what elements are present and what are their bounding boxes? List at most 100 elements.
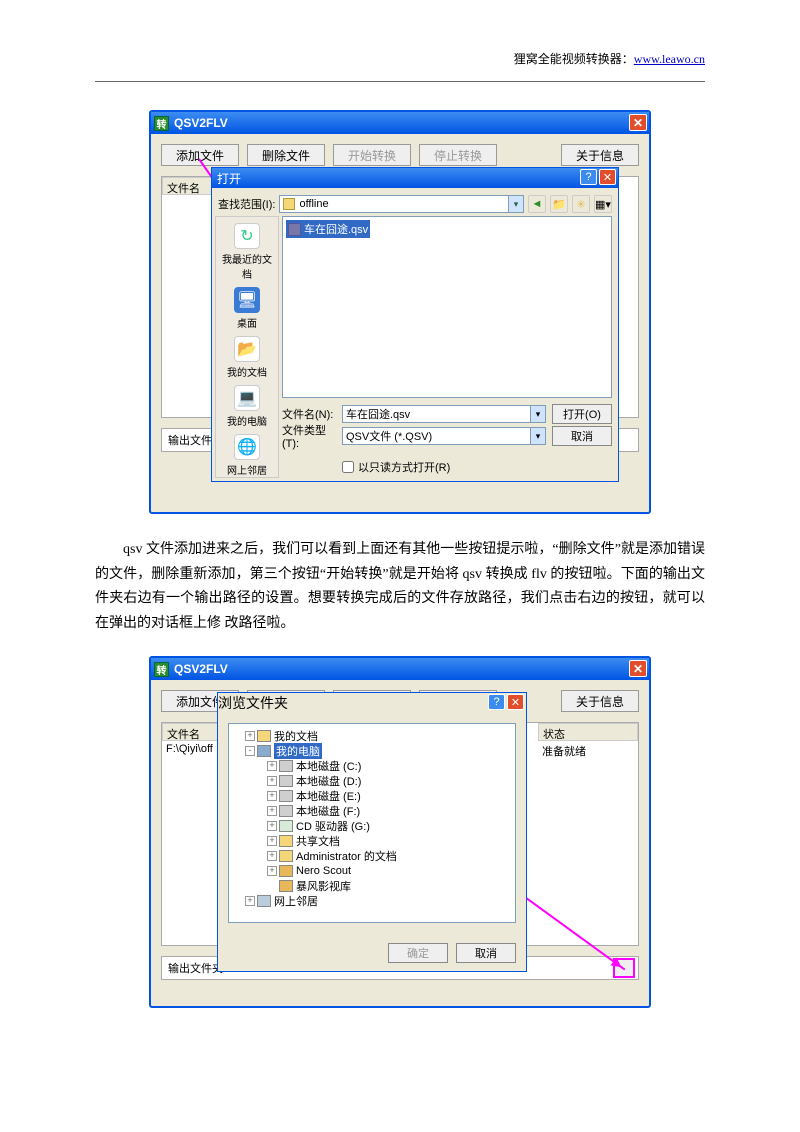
look-in-label: 查找范围(I): (218, 196, 275, 212)
help-icon[interactable]: ? (488, 694, 505, 710)
output-label: 输出文件夹 (168, 960, 223, 976)
column-header-filename[interactable]: 文件名 (162, 723, 222, 741)
filename-input[interactable]: 车在囧途.qsv▾ (342, 405, 546, 423)
filename-row: 文件名(N): 车在囧途.qsv▾ 打开(O) (282, 404, 612, 424)
tree-node-admin[interactable]: +Administrator 的文档 (231, 848, 513, 863)
expand-icon[interactable]: + (267, 806, 277, 816)
output-label: 输出文件 (168, 432, 212, 448)
close-icon[interactable]: ✕ (629, 114, 647, 131)
readonly-checkbox[interactable] (342, 461, 354, 473)
open-dialog-titlebar: 打开 ? ✕ (212, 168, 618, 188)
up-folder-icon[interactable]: 📁 (550, 195, 568, 213)
place-mydocs[interactable]: 📂我的文档 (218, 334, 276, 381)
folder-icon (279, 850, 293, 862)
expand-icon[interactable]: + (267, 761, 277, 771)
browse-folder-dialog: 浏览文件夹 ? ✕ +我的文档 -我的电脑 +本地磁盘 (C:) +本地磁盘 (… (217, 692, 527, 972)
tree-node-drive-f[interactable]: +本地磁盘 (F:) (231, 803, 513, 818)
desktop-icon: 🖥 (234, 287, 260, 313)
tree-node-nero[interactable]: +Nero Scout (231, 863, 513, 878)
tree-node-cd[interactable]: +CD 驱动器 (G:) (231, 818, 513, 833)
filetype-combo[interactable]: QSV文件 (*.QSV)▾ (342, 427, 546, 445)
app-icon: 转 (154, 662, 169, 677)
folder-icon (283, 198, 295, 210)
look-in-combo[interactable]: offline ▾ (279, 195, 524, 213)
cd-drive-icon (279, 820, 293, 832)
figure-1: 转 QSV2FLV ✕ 添加文件 删除文件 开始转换 停止转换 关于信息 文件名… (95, 110, 705, 514)
tree-node-drive-e[interactable]: +本地磁盘 (E:) (231, 788, 513, 803)
header-prefix: 狸窝全能视频转换器： (514, 52, 634, 66)
app-icon: 转 (154, 116, 169, 131)
network-icon (257, 895, 271, 907)
place-recent[interactable]: ↻我最近的文档 (218, 221, 276, 283)
help-icon[interactable]: ? (580, 169, 597, 185)
page-header: 狸窝全能视频转换器：www.leawo.cn (95, 50, 705, 82)
stop-convert-button[interactable]: 停止转换 (419, 144, 497, 166)
toolbar-1: 添加文件 删除文件 开始转换 停止转换 关于信息 (161, 144, 639, 166)
header-link[interactable]: www.leawo.cn (634, 52, 705, 66)
drive-icon (279, 760, 293, 772)
expand-icon[interactable]: + (267, 836, 277, 846)
cell-filename: F:\Qiyi\off (162, 741, 222, 759)
expand-icon[interactable]: + (267, 776, 277, 786)
cancel-button[interactable]: 取消 (456, 943, 516, 963)
about-button[interactable]: 关于信息 (561, 690, 639, 712)
app-window-2: 转 QSV2FLV ✕ 添加文件 删除文件 开始转换 停止转换 关于信息 文件名… (149, 656, 651, 1008)
expand-icon[interactable]: + (245, 731, 255, 741)
tree-node-drive-c[interactable]: +本地磁盘 (C:) (231, 758, 513, 773)
ok-button[interactable]: 确定 (388, 943, 448, 963)
collapse-icon[interactable]: - (245, 746, 255, 756)
folder-icon (279, 835, 293, 847)
cancel-button[interactable]: 取消 (552, 426, 612, 446)
expand-icon[interactable]: + (267, 791, 277, 801)
start-convert-button[interactable]: 开始转换 (333, 144, 411, 166)
titlebar-text: QSV2FLV (174, 662, 228, 676)
paragraph-1: qsv 文件添加进来之后，我们可以看到上面还有其他一些按钮提示啦，“删除文件”就… (95, 538, 705, 636)
network-icon: 🌐 (234, 434, 260, 460)
new-folder-icon[interactable]: ✳ (572, 195, 590, 213)
titlebar-1: 转 QSV2FLV ✕ (151, 112, 649, 134)
close-icon[interactable]: ✕ (629, 660, 647, 677)
browse-dialog-titlebar: 浏览文件夹 ? ✕ (218, 693, 526, 713)
open-button[interactable]: 打开(O) (552, 404, 612, 424)
readonly-checkbox-row[interactable]: 以只读方式打开(R) (342, 459, 450, 475)
browse-button-row: 确定 取消 (388, 943, 516, 963)
chevron-down-icon[interactable]: ▾ (530, 406, 545, 422)
file-area[interactable]: 车在囧途.qsv (282, 216, 612, 398)
place-desktop[interactable]: 🖥桌面 (218, 285, 276, 332)
tree-node-mydocs[interactable]: +我的文档 (231, 728, 513, 743)
column-header-state[interactable]: 状态 (538, 723, 638, 741)
places-bar: ↻我最近的文档 🖥桌面 📂我的文档 💻我的电脑 🌐网上邻居 (215, 216, 279, 478)
file-item-selected[interactable]: 车在囧途.qsv (286, 220, 370, 238)
filename-label: 文件名(N): (282, 406, 336, 422)
back-icon[interactable]: ◄ (528, 195, 546, 213)
tree-node-mycomp[interactable]: -我的电脑 (231, 743, 513, 758)
view-menu-icon[interactable]: ▦▾ (594, 195, 612, 213)
computer-icon (257, 745, 271, 757)
browse-dialog-title: 浏览文件夹 (218, 695, 288, 711)
folder-tree[interactable]: +我的文档 -我的电脑 +本地磁盘 (C:) +本地磁盘 (D:) +本地磁盘 … (228, 723, 516, 923)
expand-icon[interactable]: + (267, 866, 277, 876)
documents-icon: 📂 (234, 336, 260, 362)
chevron-down-icon[interactable]: ▾ (530, 428, 545, 444)
close-icon[interactable]: ✕ (507, 694, 524, 710)
expand-icon[interactable]: + (245, 896, 255, 906)
qsv-file-icon (288, 223, 301, 236)
expand-icon[interactable]: + (267, 851, 277, 861)
recent-icon: ↻ (234, 223, 260, 249)
cell-state: 准备就绪 (538, 741, 638, 761)
chevron-down-icon[interactable]: ▾ (508, 196, 523, 212)
tree-node-shared[interactable]: +共享文档 (231, 833, 513, 848)
tree-node-baofeng[interactable]: 暴风影视库 (231, 878, 513, 893)
place-netplaces[interactable]: 🌐网上邻居 (218, 432, 276, 479)
delete-file-button[interactable]: 删除文件 (247, 144, 325, 166)
figure-2: 转 QSV2FLV ✕ 添加文件 删除文件 开始转换 停止转换 关于信息 文件名… (95, 656, 705, 1008)
readonly-label: 以只读方式打开(R) (358, 459, 450, 475)
titlebar-2: 转 QSV2FLV ✕ (151, 658, 649, 680)
expand-icon[interactable]: + (267, 821, 277, 831)
about-button[interactable]: 关于信息 (561, 144, 639, 166)
drive-icon (279, 790, 293, 802)
tree-node-drive-d[interactable]: +本地磁盘 (D:) (231, 773, 513, 788)
tree-node-netplaces[interactable]: +网上邻居 (231, 893, 513, 908)
close-icon[interactable]: ✕ (599, 169, 616, 185)
place-mycomp[interactable]: 💻我的电脑 (218, 383, 276, 430)
